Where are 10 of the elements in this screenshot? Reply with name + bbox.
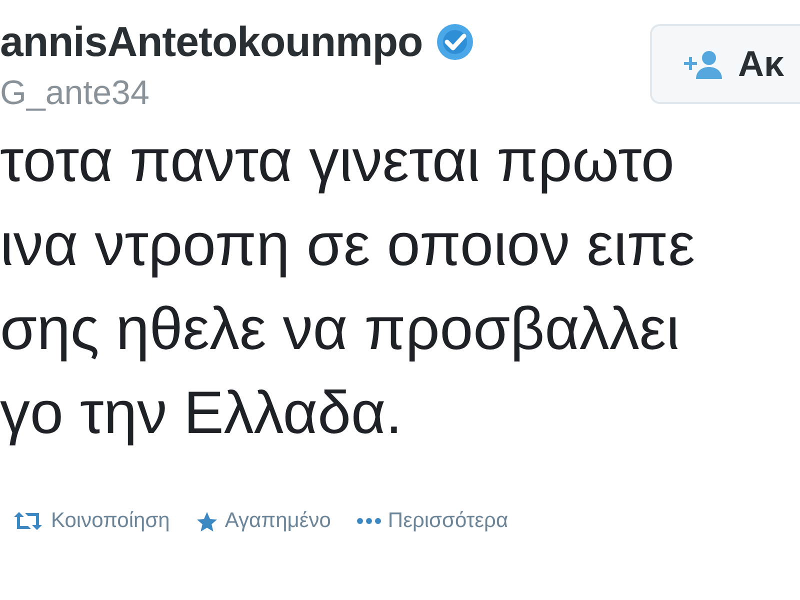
dots-icon: [356, 518, 381, 524]
favorite-action[interactable]: Αγαπημένο: [196, 509, 331, 533]
author-name[interactable]: annisAntetokounmpo: [0, 18, 423, 66]
more-action[interactable]: Περισσότερα: [356, 509, 508, 533]
author-handle[interactable]: G_ante34: [0, 74, 475, 113]
follow-button[interactable]: Ακ: [650, 24, 800, 104]
star-icon: [196, 510, 218, 532]
retweet-action[interactable]: Κοινοποίηση: [12, 509, 170, 533]
retweet-icon: [12, 510, 44, 532]
tweet-text: τοτα παντα γινεται πρωτο ινα ντροπη σε οποιον ειπε σης ηθελε να προσβαλλει γο την Ελλαδα.: [0, 126, 696, 448]
